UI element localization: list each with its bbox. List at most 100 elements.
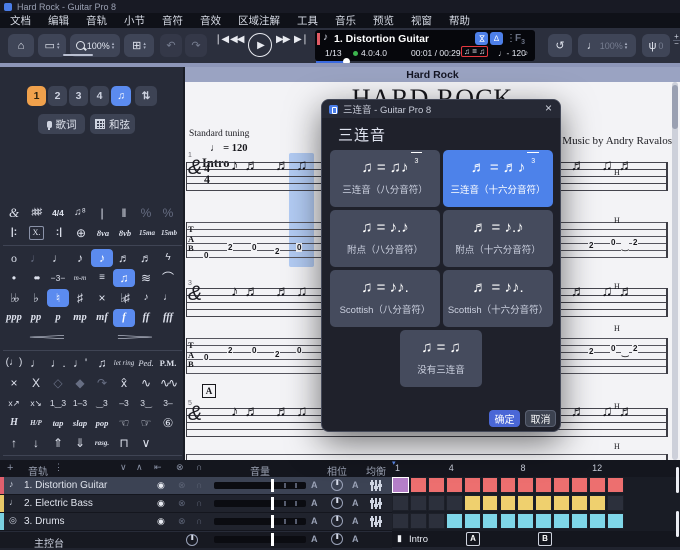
3. Drums[interactable]: ◎ 3. Drums ◉ ⊗ ∩ A A: [0, 513, 392, 530]
multi-voice-button[interactable]: ♫: [111, 86, 131, 106]
master-knob[interactable]: [186, 534, 198, 546]
volume-handle[interactable]: [271, 497, 274, 510]
dotted-eighth-option[interactable]: ♫ = ♪.♪ 附点（八分音符）: [330, 210, 440, 267]
bar-cell[interactable]: [589, 495, 606, 511]
eq-icon[interactable]: [371, 480, 381, 491]
bars-overview-panel[interactable]: ▾ 14812 ▮ Intro AB: [392, 460, 680, 547]
sixty-fourth-note-icon[interactable]: ♬: [135, 249, 157, 267]
dynamic-f-icon[interactable]: f: [113, 309, 135, 327]
solo-headphones-icon[interactable]: ∩: [196, 498, 202, 508]
eq-icon[interactable]: [371, 516, 381, 527]
bar-cell[interactable]: [446, 513, 463, 529]
section-marker-b[interactable]: B: [538, 532, 552, 546]
tab-fret-number[interactable]: 2: [632, 238, 638, 247]
voice-2-button[interactable]: 2: [48, 86, 67, 106]
eighth-note-icon[interactable]: ♪: [69, 249, 91, 267]
tab-fret-number[interactable]: 0: [610, 238, 616, 247]
quindicesima-alta-icon[interactable]: 15ma: [136, 224, 158, 242]
bar-cell[interactable]: [571, 495, 588, 511]
voice-transfer-button[interactable]: ⇅: [135, 86, 157, 106]
ottava-alta-icon[interactable]: 8va: [92, 224, 114, 242]
menu-item[interactable]: 音符: [162, 13, 183, 28]
bar-cell[interactable]: [589, 477, 606, 493]
metronome-button[interactable]: ∆: [490, 32, 503, 45]
voice-1-button[interactable]: 1: [27, 86, 46, 106]
menu-item[interactable]: 帮助: [449, 13, 470, 28]
tab-fret-number[interactable]: 2: [588, 347, 594, 356]
score-scrollbar[interactable]: [672, 82, 678, 460]
left-hand-tap-icon[interactable]: ☜: [113, 414, 135, 432]
bend-icon[interactable]: ↷: [91, 374, 113, 392]
dynamic-pp-icon[interactable]: pp: [25, 309, 47, 327]
accent-hat-icon[interactable]: x̂: [113, 374, 135, 392]
palm-mute-icon[interactable]: P.M.: [157, 354, 179, 372]
triplet-eighth-option[interactable]: ♫ = ♫♪3 三连音（八分音符）: [330, 150, 440, 207]
tab-fret-number[interactable]: 2: [274, 350, 280, 359]
no-triplet-option[interactable]: ♫ = ♫ 没有三连音: [400, 330, 482, 387]
volume-slider[interactable]: [214, 518, 306, 525]
bar-cell[interactable]: [500, 513, 517, 529]
bar-cell[interactable]: [500, 477, 517, 493]
slide-from-icon[interactable]: ‿3: [91, 394, 113, 412]
mute-icon[interactable]: ⊗: [178, 516, 186, 527]
tab-fret-number[interactable]: 2: [227, 346, 233, 355]
1. Distortion Guitar[interactable]: ♪ 1. Distortion Guitar ◉ ⊗ ∩ A A: [0, 477, 392, 494]
tuplet-icon[interactable]: −3−: [47, 269, 69, 287]
master-track-row[interactable]: 主控台 A A: [0, 531, 392, 548]
pitch-control[interactable]: ψ 0: [642, 34, 670, 57]
mute-icon[interactable]: ⊗: [178, 480, 186, 491]
double-flat-icon[interactable]: ♭♭: [3, 289, 25, 307]
align-left-icon[interactable]: ⇤: [154, 462, 162, 473]
transpose-stepper[interactable]: + −: [673, 34, 680, 47]
fast-forward-button[interactable]: ▶▶: [276, 34, 289, 45]
barline-icon[interactable]: |: [91, 204, 113, 222]
collapse-up-icon[interactable]: ∧: [136, 462, 143, 473]
bar-cell[interactable]: [589, 513, 606, 529]
clef-icon[interactable]: &: [3, 204, 25, 222]
loop-button[interactable]: ↺: [548, 34, 572, 57]
natural-harmonic-icon[interactable]: ◇: [47, 374, 69, 392]
skip-to-end-button[interactable]: ▶❘: [294, 34, 308, 45]
slide-in-from-below-icon[interactable]: x↘: [25, 394, 47, 412]
bar-cell[interactable]: [464, 495, 481, 511]
bar-cell[interactable]: [410, 495, 427, 511]
bar-cell[interactable]: [428, 495, 445, 511]
bar-cell[interactable]: [535, 477, 552, 493]
pop-icon[interactable]: pop: [91, 414, 113, 432]
master-volume-automation[interactable]: A: [311, 534, 318, 544]
pan-knob[interactable]: [331, 515, 343, 527]
hammer-on-icon[interactable]: H: [3, 414, 25, 432]
master-volume-slider[interactable]: [214, 536, 306, 543]
tab-fret-number[interactable]: 0: [296, 346, 302, 355]
visibility-eye-icon[interactable]: ◉: [157, 516, 165, 527]
flat-icon[interactable]: ♭: [25, 289, 47, 307]
pan-automation-button[interactable]: A: [352, 480, 359, 490]
count-in-button[interactable]: ⋈: [475, 32, 488, 45]
slide-out-down-icon[interactable]: 3–: [157, 394, 179, 412]
bar-cell[interactable]: [410, 513, 427, 529]
bar-cell[interactable]: [464, 513, 481, 529]
tab-fret-number[interactable]: 0: [251, 243, 257, 252]
let-ring-wave-icon[interactable]: ≋: [135, 269, 157, 287]
repeat-bar-icon[interactable]: %: [135, 204, 157, 222]
tab-fret-number[interactable]: 0: [203, 353, 209, 362]
menu-item[interactable]: 文档: [10, 13, 31, 28]
menu-item[interactable]: 工具: [297, 13, 318, 28]
bar-cell[interactable]: [607, 495, 624, 511]
section-marker-a[interactable]: A: [202, 384, 216, 398]
menu-item[interactable]: 音乐: [335, 13, 356, 28]
dynamic-ppp-icon[interactable]: ppp: [3, 309, 25, 327]
sharp-icon[interactable]: ♯: [69, 289, 91, 307]
bar-cell[interactable]: [571, 477, 588, 493]
quarter-note-icon[interactable]: ♩: [47, 249, 69, 267]
solo-headphones-icon[interactable]: ∩: [196, 480, 202, 490]
bar-cell[interactable]: [410, 477, 427, 493]
menu-item[interactable]: 区域注解: [238, 13, 280, 28]
tremolo-icon[interactable]: m-m: [69, 269, 91, 287]
tab-fret-number[interactable]: 2: [588, 241, 594, 250]
repeat-start-icon[interactable]: |:: [3, 224, 25, 242]
repeat-two-bars-icon[interactable]: %: [157, 204, 179, 222]
dialog-title-bar[interactable]: 三连音 - Guitar Pro 8 ×: [322, 100, 560, 118]
mute-icon[interactable]: ⊗: [178, 498, 186, 509]
skip-to-start-button[interactable]: ❘◀: [214, 34, 228, 45]
